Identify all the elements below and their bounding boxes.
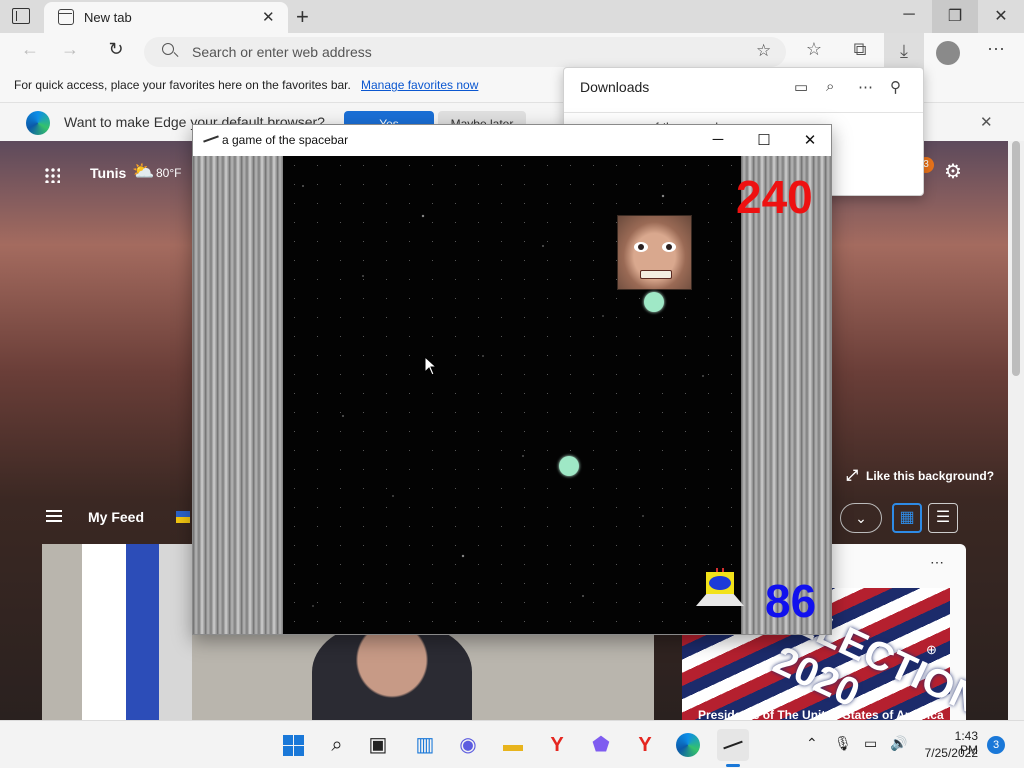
page-scrollbar[interactable] — [1008, 141, 1024, 720]
settings-more-button[interactable]: ⋯ — [982, 39, 1010, 60]
ukraine-flag-icon[interactable] — [176, 511, 190, 523]
card-more-icon[interactable]: ⋯ — [930, 554, 944, 571]
manage-favorites-link[interactable]: Manage favorites now — [361, 78, 478, 92]
enemy-eye-left — [634, 242, 648, 252]
game-titlebar[interactable]: a game of the spacebar ─ ☐ ✕ — [193, 125, 831, 156]
game-taskbar-icon[interactable] — [717, 729, 749, 761]
windows-taskbar: ⌕ ▣ ▥ ◉ ▬ Y ⬟ Y ⌃ 🎙 ▭ 🔊 1:43 PM 7/25/202… — [0, 720, 1024, 768]
page-settings-gear-icon[interactable]: ⚙ — [944, 159, 962, 184]
downloads-button[interactable]: ⤓ — [884, 33, 924, 71]
game-canvas[interactable]: 240 86 — [193, 156, 831, 634]
expand-icon: ⤢ — [846, 467, 859, 484]
show-hidden-icons-chevron-icon[interactable]: ⌃ — [806, 735, 818, 752]
game-window: a game of the spacebar ─ ☐ ✕ 240 86 — [192, 124, 832, 635]
address-placeholder: Search or enter web address — [192, 44, 372, 60]
game-window-title: a game of the spacebar — [222, 133, 349, 147]
weather-city[interactable]: Tunis — [90, 165, 126, 181]
ship-wing-left — [696, 592, 720, 606]
list-view-button[interactable]: ☰ — [928, 503, 958, 533]
enemy-eye-right — [662, 242, 676, 252]
feed-layout-dropdown[interactable]: ⌄ — [840, 503, 882, 533]
game-close-button[interactable]: ✕ — [787, 131, 833, 149]
projectile-ball — [559, 456, 579, 476]
new-tab-button[interactable]: + — [296, 4, 309, 30]
collections-button[interactable]: ⧉ — [846, 39, 874, 60]
enemy-mouth — [640, 270, 672, 279]
clock-date[interactable]: 7/25/2022 — [918, 746, 978, 760]
task-view-icon[interactable]: ▣ — [362, 729, 394, 761]
enemy-score: 240 — [736, 171, 813, 223]
network-icon[interactable]: ▭ — [864, 735, 877, 752]
tab-new-tab[interactable]: New tab ✕ — [44, 2, 288, 33]
refresh-button[interactable]: ↻ — [102, 39, 130, 60]
weather-icon: ⛅ — [132, 161, 155, 181]
news-card-caption: Presidents of The United States of Ameri… — [698, 708, 944, 720]
page-scrollbar-thumb[interactable] — [1012, 141, 1020, 376]
browser-toolbar: ← → ↻ Search or enter web address ☆ ☆ ⧉ … — [0, 33, 1024, 71]
profile-avatar[interactable] — [936, 41, 960, 65]
address-bar[interactable]: Search or enter web address ☆ — [144, 37, 786, 67]
tab-title: New tab — [84, 10, 132, 25]
back-button[interactable]: ← — [16, 39, 44, 60]
yandex-browser-icon[interactable]: Y — [541, 729, 573, 761]
microphone-icon[interactable]: 🎙 — [834, 735, 852, 752]
forward-button[interactable]: → — [56, 39, 84, 60]
search-downloads-icon[interactable]: ⌕ — [826, 78, 834, 95]
infobar-close-icon[interactable]: ✕ — [980, 113, 993, 131]
open-folder-icon[interactable]: ▭ — [794, 78, 808, 96]
yandex-app-icon[interactable]: Y — [629, 729, 661, 761]
like-background-label: Like this background? — [866, 469, 995, 483]
metal-wall-left — [193, 156, 283, 634]
downloads-divider — [564, 112, 923, 113]
edge-taskbar-icon[interactable] — [672, 729, 704, 761]
tab-close-icon[interactable]: ✕ — [262, 8, 275, 26]
browser-restore-button[interactable]: ❐ — [932, 0, 978, 33]
feed-menu-icon[interactable] — [46, 510, 62, 522]
browser-minimize-button[interactable]: ─ — [886, 6, 932, 24]
add-favorite-icon[interactable]: ☆ — [756, 41, 771, 61]
taskbar-search-icon[interactable]: ⌕ — [321, 729, 353, 761]
search-icon — [162, 43, 174, 55]
projectile-ball — [644, 292, 664, 312]
new-tab-page-icon — [58, 9, 74, 25]
notification-center-badge[interactable]: 3 — [987, 736, 1005, 754]
ship-core — [709, 576, 731, 590]
weather-temperature: 80°F — [156, 166, 182, 180]
file-explorer-icon[interactable]: ▬ — [497, 729, 529, 761]
widgets-icon[interactable]: ▥ — [409, 729, 441, 761]
favorites-button[interactable]: ☆ — [800, 39, 828, 60]
globe-icon: ⊕ — [926, 642, 937, 657]
purple-app-icon[interactable]: ⬟ — [585, 729, 617, 761]
downloads-title: Downloads — [580, 79, 650, 95]
game-maximize-button[interactable]: ☐ — [741, 131, 787, 149]
favorites-bar-hint: For quick access, place your favorites h… — [14, 78, 351, 92]
edge-logo-icon — [26, 111, 50, 135]
active-app-indicator — [726, 764, 740, 767]
game-app-icon — [203, 135, 219, 143]
game-minimize-button[interactable]: ─ — [695, 131, 741, 148]
player-ship-sprite — [696, 568, 744, 612]
player-score: 86 — [765, 575, 817, 627]
tab-actions-icon[interactable] — [12, 8, 30, 24]
news-card-image-flag — [82, 544, 192, 720]
pin-icon[interactable]: ⚲ — [890, 78, 901, 96]
my-feed-tab[interactable]: My Feed — [88, 509, 144, 525]
ship-wing-right — [720, 592, 744, 606]
tab-strip: New tab ✕ + ─ ❐ ✕ — [0, 0, 1024, 33]
browser-close-button[interactable]: ✕ — [978, 6, 1024, 26]
enemy-face-sprite — [617, 215, 692, 290]
downloads-more-icon[interactable]: ⋯ — [858, 78, 873, 96]
grid-view-button[interactable]: ▦ — [892, 503, 922, 533]
chat-icon[interactable]: ◉ — [452, 729, 484, 761]
metal-wall-right — [741, 156, 831, 634]
apps-launcher-icon[interactable] — [44, 167, 60, 183]
like-background-button[interactable]: ⤢ Like this background? — [846, 467, 994, 484]
start-button[interactable] — [277, 729, 309, 761]
news-card-image-person — [312, 624, 472, 720]
volume-icon[interactable]: 🔊 — [890, 735, 907, 752]
